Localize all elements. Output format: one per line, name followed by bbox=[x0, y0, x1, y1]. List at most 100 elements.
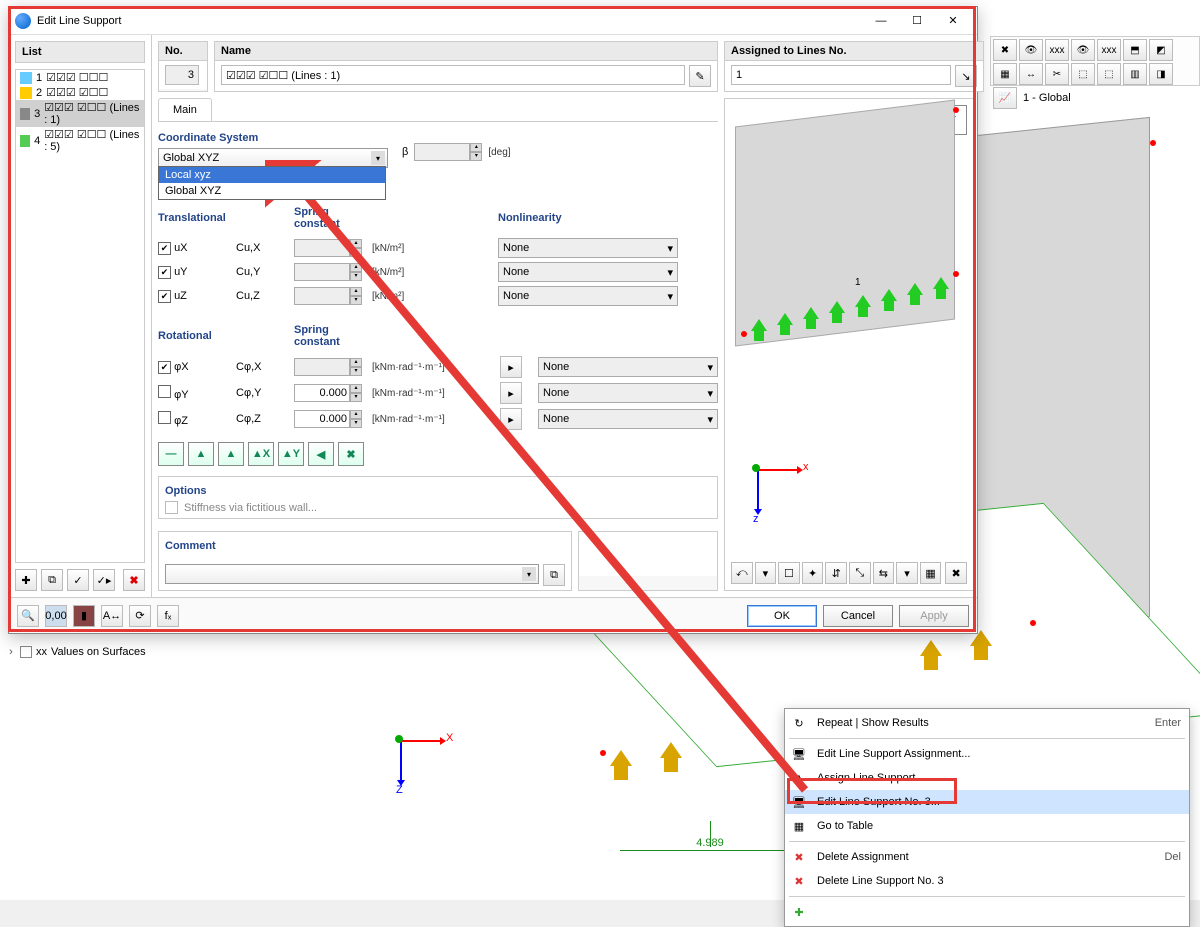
ux-checkbox[interactable] bbox=[158, 242, 171, 255]
menu-item[interactable]: ▦Go to Table bbox=[785, 814, 1189, 838]
navigator-tree[interactable]: › xx Values on Surfaces bbox=[0, 640, 200, 664]
nonlinearity-combo[interactable]: None▾ bbox=[538, 357, 718, 377]
preview-tool[interactable]: ✦ bbox=[802, 562, 824, 584]
toolbar-button[interactable]: ⬚ bbox=[1071, 63, 1095, 85]
tree-checkbox[interactable] bbox=[20, 646, 32, 658]
menu-item[interactable]: ✚ bbox=[785, 900, 1189, 924]
pick-lines-icon[interactable]: ↘ bbox=[955, 65, 977, 87]
preview-tool[interactable]: ⤡ bbox=[849, 562, 871, 584]
apply-button[interactable]: Apply bbox=[899, 605, 969, 627]
footer-tool[interactable]: fₓ bbox=[157, 605, 179, 627]
maximize-button[interactable]: ☐ bbox=[899, 9, 935, 33]
close-button[interactable]: ✕ bbox=[935, 9, 971, 33]
new-button[interactable]: ✚ bbox=[15, 569, 37, 591]
toolbar-button[interactable]: ▥ bbox=[1123, 63, 1147, 85]
nonlinearity-combo[interactable]: None▾ bbox=[498, 262, 678, 282]
nonlinearity-combo[interactable]: None▾ bbox=[498, 238, 678, 258]
preview-tool[interactable]: ⇆ bbox=[873, 562, 895, 584]
toolbar-button[interactable]: 📈 bbox=[993, 87, 1017, 109]
preview-tool[interactable]: ▾ bbox=[755, 562, 777, 584]
toolbar-button[interactable]: ⬚ bbox=[1097, 63, 1121, 85]
cux-input[interactable]: ▴▾ bbox=[294, 239, 364, 257]
preview-tool[interactable]: ▦ bbox=[920, 562, 942, 584]
preview-tool[interactable]: ☐ bbox=[778, 562, 800, 584]
expand-icon[interactable]: › bbox=[6, 646, 16, 658]
preset-button[interactable]: ▲ bbox=[218, 442, 244, 466]
footer-tool[interactable]: ⟳ bbox=[129, 605, 151, 627]
preset-button[interactable]: ▲X bbox=[248, 442, 274, 466]
phix-checkbox[interactable] bbox=[158, 361, 171, 374]
nonlinearity-combo[interactable]: None▾ bbox=[498, 286, 678, 306]
coord-system-combo[interactable]: Global XYZ▾ bbox=[158, 148, 388, 168]
list-item[interactable]: 4☑☑☑ ☑☐☐ (Lines : 5) bbox=[16, 127, 144, 154]
cphix-input[interactable]: ▴▾ bbox=[294, 358, 364, 376]
preview-tool[interactable]: ▾ bbox=[896, 562, 918, 584]
preset-button[interactable]: ✖ bbox=[338, 442, 364, 466]
cuz-input[interactable]: ▴▾ bbox=[294, 287, 364, 305]
list-item[interactable]: 3☑☑☑ ☑☐☐ (Lines : 1) bbox=[16, 100, 144, 127]
menu-item[interactable]: ✖Delete Line Support No. 3 bbox=[785, 869, 1189, 893]
preset-button[interactable]: ▲ bbox=[188, 442, 214, 466]
comment-extra-button[interactable]: ⧉ bbox=[543, 564, 565, 586]
toolbar-button[interactable]: xxx bbox=[1045, 39, 1069, 61]
ok-button[interactable]: OK bbox=[747, 605, 817, 627]
tab-main[interactable]: Main bbox=[158, 98, 212, 121]
preview-tool[interactable]: ✖ bbox=[945, 562, 967, 584]
titlebar[interactable]: Edit Line Support — ☐ ✕ bbox=[9, 7, 977, 35]
list-item[interactable]: 1☑☑☑ ☐☐☐ bbox=[16, 70, 144, 85]
menu-item[interactable]: 🖥Edit Line Support Assignment... bbox=[785, 742, 1189, 766]
preset-button[interactable]: ▲Y bbox=[278, 442, 304, 466]
toolbar-button[interactable]: ◩ bbox=[1149, 39, 1173, 61]
list-item[interactable]: 2☑☑☑ ☑☐☐ bbox=[16, 85, 144, 100]
extra-button[interactable]: ▸ bbox=[500, 408, 522, 430]
comment-combo[interactable]: ▾ bbox=[165, 564, 539, 584]
cphiy-input[interactable]: ▴▾ bbox=[294, 384, 364, 402]
preview-tool[interactable]: ⤺ bbox=[731, 562, 753, 584]
toolbar-button[interactable]: ✂ bbox=[1045, 63, 1069, 85]
cuy-input[interactable]: ▴▾ bbox=[294, 263, 364, 281]
preview-tool[interactable]: ⇵ bbox=[825, 562, 847, 584]
delete-button[interactable]: ✖ bbox=[123, 569, 145, 591]
toolbar-button[interactable]: ↔ bbox=[1019, 63, 1043, 85]
check-all-button[interactable]: ✓▸ bbox=[93, 569, 115, 591]
phiy-checkbox[interactable] bbox=[158, 385, 171, 398]
extra-button[interactable]: ▸ bbox=[500, 356, 522, 378]
toolbar-button[interactable]: 👁 bbox=[1019, 39, 1043, 61]
minimize-button[interactable]: — bbox=[863, 9, 899, 33]
preview-viewport[interactable]: -Y 1 x z bbox=[724, 98, 974, 591]
assigned-lines-field[interactable] bbox=[731, 65, 951, 85]
toolbar-button[interactable]: xxx bbox=[1097, 39, 1121, 61]
toolbar-button[interactable]: ▦ bbox=[993, 63, 1017, 85]
support-list[interactable]: 1☑☑☑ ☐☐☐ 2☑☑☑ ☑☐☐ 3☑☑☑ ☑☐☐ (Lines : 1) 4… bbox=[15, 69, 145, 563]
nonlinearity-combo[interactable]: None▾ bbox=[538, 409, 718, 429]
uy-checkbox[interactable] bbox=[158, 266, 171, 279]
preset-button[interactable]: ◀ bbox=[308, 442, 334, 466]
footer-tool[interactable]: A↔ bbox=[101, 605, 123, 627]
copy-button[interactable]: ⧉ bbox=[41, 569, 63, 591]
footer-tool[interactable]: 🔍 bbox=[17, 605, 39, 627]
uz-checkbox[interactable] bbox=[158, 290, 171, 303]
footer-tool[interactable]: 0,00 bbox=[45, 605, 67, 627]
toolbar-button[interactable]: ◨ bbox=[1149, 63, 1173, 85]
footer-tool[interactable]: ▮ bbox=[73, 605, 95, 627]
cphiz-input[interactable]: ▴▾ bbox=[294, 410, 364, 428]
toolbar-button[interactable]: 👁 bbox=[1071, 39, 1095, 61]
dropdown-option[interactable]: Global XYZ bbox=[159, 183, 385, 199]
dropdown-option[interactable]: Local xyz bbox=[159, 167, 385, 183]
beta-input[interactable]: ▴▾ bbox=[414, 143, 482, 161]
extra-button[interactable]: ▸ bbox=[500, 382, 522, 404]
preset-button[interactable]: — bbox=[158, 442, 184, 466]
menu-item[interactable]: ▲Assign Line Support bbox=[785, 766, 1189, 790]
coord-system-dropdown[interactable]: Local xyz Global XYZ bbox=[158, 166, 386, 200]
phiz-checkbox[interactable] bbox=[158, 411, 171, 424]
toolbar-button[interactable]: ✖ bbox=[993, 39, 1017, 61]
cancel-button[interactable]: Cancel bbox=[823, 605, 893, 627]
nonlinearity-combo[interactable]: None▾ bbox=[538, 383, 718, 403]
edit-name-icon[interactable]: ✎ bbox=[689, 65, 711, 87]
no-field[interactable] bbox=[165, 65, 199, 85]
menu-item-edit-line-support[interactable]: 🖥Edit Line Support No. 3... bbox=[785, 790, 1189, 814]
menu-item[interactable]: ↻Repeat | Show ResultsEnter bbox=[785, 711, 1189, 735]
name-field[interactable] bbox=[221, 65, 685, 85]
toolbar-button[interactable]: ⬒ bbox=[1123, 39, 1147, 61]
menu-item[interactable]: ✖Delete AssignmentDel bbox=[785, 845, 1189, 869]
